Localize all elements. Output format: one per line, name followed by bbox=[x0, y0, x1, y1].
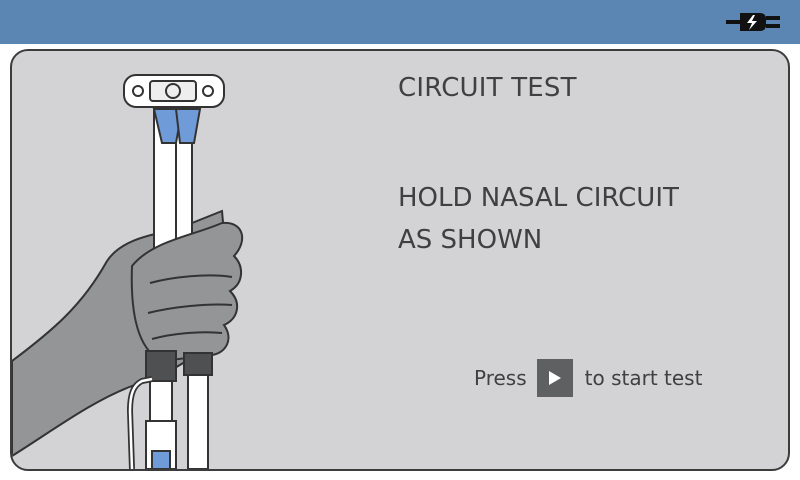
start-test-prompt: Press to start test bbox=[474, 359, 702, 397]
play-icon bbox=[548, 371, 561, 385]
start-test-button[interactable] bbox=[536, 359, 573, 397]
instruction-line: HOLD NASAL CIRCUIT bbox=[398, 183, 679, 213]
top-status-bar bbox=[0, 0, 800, 44]
circuit-test-panel: CIRCUIT TEST HOLD NASAL CIRCUIT AS SHOWN… bbox=[10, 49, 790, 471]
hand-holding-circuit-illustration bbox=[12, 74, 244, 469]
power-plug-icon bbox=[726, 13, 780, 31]
page-title: CIRCUIT TEST bbox=[398, 73, 577, 103]
instruction-text: HOLD NASAL CIRCUIT AS SHOWN bbox=[398, 177, 758, 261]
press-label: Press bbox=[474, 366, 527, 390]
instruction-line: AS SHOWN bbox=[398, 225, 543, 255]
start-test-label: to start test bbox=[584, 366, 703, 390]
